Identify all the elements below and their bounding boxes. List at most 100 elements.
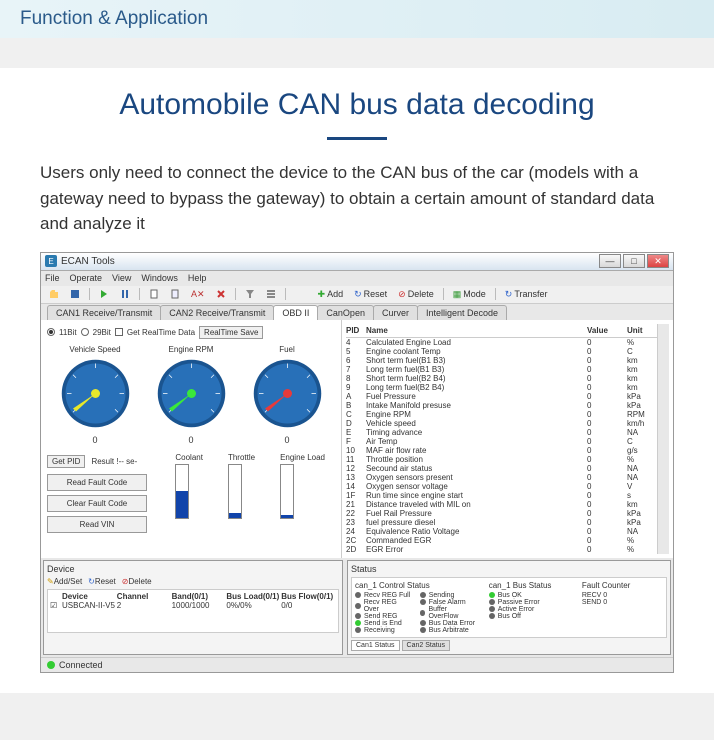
- pid-row[interactable]: 14Oxygen sensor voltage0V: [346, 482, 657, 491]
- get-pid-button[interactable]: Get PID: [47, 455, 85, 468]
- menu-help[interactable]: Help: [188, 273, 207, 283]
- pid-row[interactable]: 11Throttle position0%: [346, 455, 657, 464]
- delete-button[interactable]: ⊘Delete: [394, 287, 438, 302]
- menu-operate[interactable]: Operate: [70, 273, 103, 283]
- menu-view[interactable]: View: [112, 273, 131, 283]
- tb-open-icon[interactable]: [45, 287, 63, 301]
- main-tabs: CAN1 Receive/Transmit CAN2 Receive/Trans…: [41, 304, 673, 320]
- add-button[interactable]: ✚Add: [314, 287, 348, 302]
- pid-row[interactable]: ETiming advance0NA: [346, 428, 657, 437]
- pid-row[interactable]: AFuel Pressure0kPa: [346, 392, 657, 401]
- status-item: Bus Off: [489, 613, 570, 620]
- status-item: Bus OK: [489, 592, 570, 599]
- connection-text: Connected: [59, 660, 103, 670]
- realtime-save-button[interactable]: RealTime Save: [199, 326, 263, 339]
- pid-row[interactable]: 10MAF air flow rate0g/s: [346, 446, 657, 455]
- transfer-button[interactable]: ↻Transfer: [501, 287, 552, 302]
- col-name: Name: [366, 326, 587, 335]
- dev-add-button[interactable]: ✎Add/Set: [47, 577, 82, 586]
- clear-fault-button[interactable]: Clear Fault Code: [47, 495, 147, 512]
- status-item: Send is End: [355, 620, 412, 627]
- maximize-button[interactable]: □: [623, 254, 645, 268]
- tab-intelligent[interactable]: Intelligent Decode: [417, 305, 507, 320]
- tb-doc2-icon[interactable]: [166, 287, 184, 301]
- checkbox-realtime[interactable]: [115, 328, 123, 336]
- pid-row[interactable]: 2DEGR Error0%: [346, 545, 657, 554]
- tab-can2-status[interactable]: Can2 Status: [402, 640, 451, 651]
- dev-delete-button[interactable]: ⊘Delete: [122, 577, 152, 586]
- toolbar: A✕ ✚Add ↻Reset ⊘Delete ▦Mode ↻Transfer: [41, 286, 673, 304]
- pid-row[interactable]: DVehicle speed0km/h: [346, 419, 657, 428]
- transfer-icon: ↻: [505, 289, 513, 300]
- tab-can1-status[interactable]: Can1 Status: [351, 640, 400, 651]
- titlebar: E ECAN Tools — □ ✕: [41, 253, 673, 271]
- app-title: ECAN Tools: [61, 256, 599, 267]
- radio-29bit[interactable]: [81, 328, 89, 336]
- reset-button[interactable]: ↻Reset: [350, 287, 391, 302]
- gauges-row: Vehicle Speed 0 Engine RPM: [47, 345, 335, 445]
- tb-pause-icon[interactable]: [116, 287, 134, 301]
- pid-row[interactable]: 21Distance traveled with MIL on0km: [346, 500, 657, 509]
- device-panel: Device ✎Add/Set ↻Reset ⊘Delete Device Ch…: [43, 560, 343, 655]
- device-row[interactable]: ☑ USBCAN-II-V5 2 1000/1000 0%/0% 0/0: [50, 601, 336, 610]
- tab-can2[interactable]: CAN2 Receive/Transmit: [160, 305, 274, 320]
- tab-curver[interactable]: Curver: [373, 305, 418, 320]
- tb-list-icon[interactable]: [262, 287, 280, 301]
- result-text: Result !-- se-: [91, 457, 137, 466]
- pid-row[interactable]: 4Calculated Engine Load0%: [346, 338, 657, 347]
- pid-row[interactable]: 22Fuel Rail Pressure0kPa: [346, 509, 657, 518]
- content-area: Automobile CAN bus data decoding Users o…: [0, 68, 714, 693]
- tb-play-icon[interactable]: [95, 287, 113, 301]
- tb-del-icon[interactable]: [212, 287, 230, 301]
- pid-row[interactable]: BIntake Manifold presuse0kPa: [346, 401, 657, 410]
- pid-row[interactable]: 12Secound air status0NA: [346, 464, 657, 473]
- title-underline: [327, 137, 387, 140]
- col-unit: Unit: [627, 326, 657, 335]
- tab-obd2[interactable]: OBD II: [273, 305, 318, 320]
- mode-button[interactable]: ▦Mode: [449, 287, 490, 302]
- bar-throttle: Throttle: [228, 453, 255, 529]
- pid-row[interactable]: CEngine RPM0RPM: [346, 410, 657, 419]
- radio-11bit[interactable]: [47, 328, 55, 336]
- read-vin-button[interactable]: Read VIN: [47, 516, 147, 533]
- mode-icon: ▦: [453, 289, 462, 300]
- status-item: Recv REG Over: [355, 599, 412, 613]
- tb-doc-icon[interactable]: [145, 287, 163, 301]
- gauge-speed: Vehicle Speed 0: [58, 345, 133, 445]
- scrollbar[interactable]: [657, 324, 669, 554]
- tab-can1[interactable]: CAN1 Receive/Transmit: [47, 305, 161, 320]
- dev-reset-button[interactable]: ↻Reset: [88, 577, 116, 586]
- gauge-rpm: Engine RPM 0: [154, 345, 229, 445]
- pid-row[interactable]: 9Long term fuel(B2 B4)0km: [346, 383, 657, 392]
- menu-file[interactable]: File: [45, 273, 60, 283]
- bar-engineload: Engine Load: [280, 453, 325, 529]
- status-panel: Status can_1 Control Status Recv REG Ful…: [347, 560, 671, 655]
- label-realtime: Get RealTime Data: [127, 328, 195, 337]
- pid-row[interactable]: 8Short term fuel(B2 B4)0km: [346, 374, 657, 383]
- close-button[interactable]: ✕: [647, 254, 669, 268]
- status-item: Recv REG Full: [355, 592, 412, 599]
- tb-cut-icon[interactable]: A✕: [187, 287, 209, 302]
- read-fault-button[interactable]: Read Fault Code: [47, 474, 147, 491]
- pid-row[interactable]: 6Short term fuel(B1 B3)0km: [346, 356, 657, 365]
- tb-filter-icon[interactable]: [241, 287, 259, 301]
- page-banner: Function & Application: [0, 0, 714, 38]
- pid-row[interactable]: 7Long term fuel(B1 B3)0km: [346, 365, 657, 374]
- status-bar: Connected: [41, 657, 673, 672]
- menu-windows[interactable]: Windows: [141, 273, 178, 283]
- status-item: Sending: [420, 592, 477, 599]
- pid-row[interactable]: 24Equivalence Ratio Voltage0NA: [346, 527, 657, 536]
- status-item: Passive Error: [489, 599, 570, 606]
- status-item: Bus Data Error: [420, 620, 477, 627]
- pid-row[interactable]: 2CCommanded EGR0%: [346, 536, 657, 545]
- tab-canopen[interactable]: CanOpen: [317, 305, 374, 320]
- fault-recv: RECV 0: [582, 592, 663, 599]
- minimize-button[interactable]: —: [599, 254, 621, 268]
- pid-row[interactable]: FAir Temp0C: [346, 437, 657, 446]
- tb-save-icon[interactable]: [66, 287, 84, 301]
- pid-row[interactable]: 5Engine coolant Temp0C: [346, 347, 657, 356]
- pid-row[interactable]: 13Oxygen sensors present0NA: [346, 473, 657, 482]
- label-29bit: 29Bit: [93, 328, 111, 337]
- pid-row[interactable]: 1FRun time since engine start0s: [346, 491, 657, 500]
- pid-row[interactable]: 23fuel pressure diesel0kPa: [346, 518, 657, 527]
